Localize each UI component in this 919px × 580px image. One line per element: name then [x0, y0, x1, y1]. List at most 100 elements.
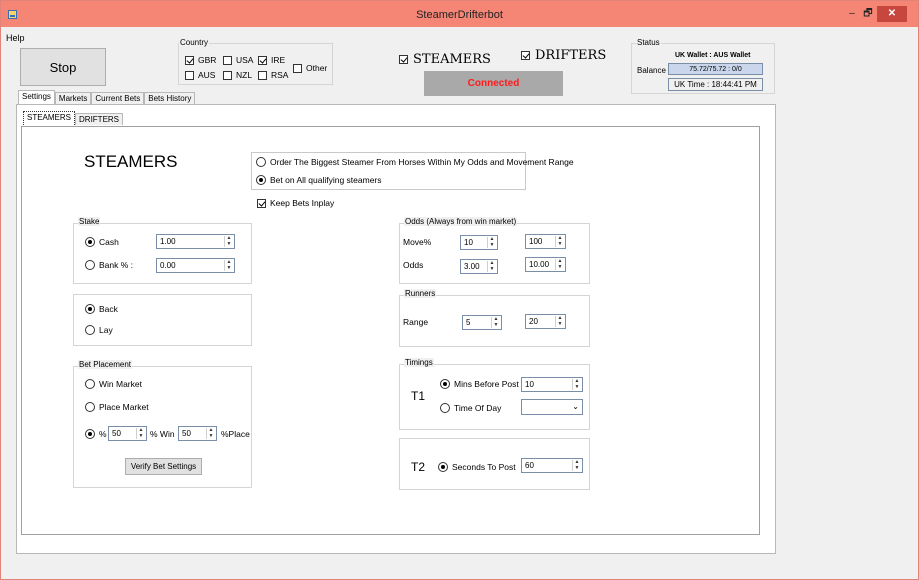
odds-max-stepper[interactable]: 10.00 ▲ ▼ [525, 257, 566, 272]
placement-win-market[interactable]: Win Market [85, 379, 142, 389]
placement-percent[interactable]: % [85, 429, 107, 439]
country-other[interactable]: Other [293, 63, 327, 73]
country-rsa[interactable]: RSA [258, 70, 288, 80]
radio-bank[interactable] [85, 260, 95, 270]
runners-min-stepper[interactable]: 5 ▲ ▼ [462, 315, 502, 330]
time-of-day-select[interactable]: ⌄ [521, 399, 583, 415]
time-of-day-label: Time Of Day [454, 403, 502, 413]
close-button[interactable]: ✕ [877, 6, 907, 22]
tab-markets[interactable]: Markets [54, 92, 92, 104]
tab-bets-history[interactable]: Bets History [144, 92, 196, 104]
place-market-label: Place Market [99, 402, 149, 412]
move-min-stepper[interactable]: 10 ▲ ▼ [460, 235, 498, 250]
radio-biggest-steamer[interactable] [256, 157, 266, 167]
bank-stepper[interactable]: 0.00 ▲ ▼ [156, 258, 235, 273]
country-aus-label: AUS [198, 70, 216, 80]
spin-arrows-icon[interactable]: ▲ ▼ [224, 260, 233, 271]
placement-place-market[interactable]: Place Market [85, 402, 149, 412]
pct-win-stepper[interactable]: 50 ▲ ▼ [108, 426, 147, 441]
verify-bet-settings-button[interactable]: Verify Bet Settings [125, 458, 202, 475]
stop-button[interactable]: Stop [20, 48, 106, 86]
move-max-stepper[interactable]: 100 ▲ ▼ [525, 234, 566, 249]
keep-inplay[interactable]: Keep Bets Inplay [257, 198, 334, 208]
spin-arrows-icon[interactable]: ▲ ▼ [555, 236, 564, 247]
spin-arrows-icon[interactable]: ▲ ▼ [487, 237, 496, 248]
spin-arrows-icon[interactable]: ▲ ▼ [487, 261, 496, 272]
country-usa[interactable]: USA [223, 55, 253, 65]
country-gbr[interactable]: GBR [185, 55, 216, 65]
time-of-day[interactable]: Time Of Day [440, 403, 501, 413]
checkbox-nzl[interactable] [223, 70, 232, 80]
checkbox-ire[interactable] [258, 55, 267, 65]
checkbox-rsa[interactable] [258, 70, 267, 80]
maximize-button[interactable]: 🗗 [862, 7, 874, 21]
runners-max-stepper[interactable]: 20 ▲ ▼ [525, 314, 566, 329]
menu-help[interactable]: Help [6, 33, 25, 43]
country-nzl[interactable]: NZL [223, 70, 252, 80]
radio-place-market[interactable] [85, 402, 95, 412]
checkbox-usa[interactable] [223, 55, 232, 65]
radio-seconds-to-post[interactable] [438, 462, 448, 472]
title-bar: SteamerDrifterbot – 🗗 ✕ [1, 1, 918, 27]
checkbox-gbr[interactable] [185, 55, 194, 65]
win-market-label: Win Market [99, 379, 142, 389]
radio-lay[interactable] [85, 325, 95, 335]
minimize-button[interactable]: – [846, 7, 858, 21]
country-aus[interactable]: AUS [185, 70, 215, 80]
checkbox-drifters[interactable] [521, 51, 530, 60]
tab-settings[interactable]: Settings [18, 90, 55, 104]
connection-status: Connected [424, 71, 563, 96]
spin-arrows-icon[interactable]: ▲ ▼ [572, 379, 581, 390]
checkbox-aus[interactable] [185, 70, 194, 80]
country-ire[interactable]: IRE [258, 55, 285, 65]
subtab-steamers[interactable]: STEAMERS [23, 111, 76, 125]
radio-win-market[interactable] [85, 379, 95, 389]
bet-placement-caption: Bet Placement [78, 360, 133, 369]
spin-arrows-icon[interactable]: ▲ ▼ [136, 428, 145, 439]
option-all-steamers[interactable]: Bet on All qualifying steamers [256, 175, 382, 185]
pct-place-label: %Place [221, 429, 250, 439]
lay-label: Lay [99, 325, 113, 335]
radio-percent[interactable] [85, 429, 95, 439]
stake-cash[interactable]: Cash [85, 237, 119, 247]
steamers-toggle[interactable]: STEAMERS [399, 52, 491, 67]
move-min-value: 10 [464, 238, 473, 247]
spin-arrows-icon[interactable]: ▲ ▼ [555, 259, 564, 270]
tab-current-bets[interactable]: Current Bets [91, 92, 145, 104]
seconds-to-post[interactable]: Seconds To Post [438, 462, 516, 472]
side-back[interactable]: Back [85, 304, 118, 314]
spin-arrows-icon[interactable]: ▲ ▼ [206, 428, 215, 439]
radio-all-steamers[interactable] [256, 175, 266, 185]
checkbox-other[interactable] [293, 63, 302, 73]
checkbox-keep-inplay[interactable] [257, 198, 266, 208]
subtab-drifters[interactable]: DRIFTERS [75, 113, 124, 125]
chevron-down-icon[interactable]: ⌄ [572, 402, 579, 411]
stake-bank[interactable]: Bank % : [85, 260, 133, 270]
pct-place-stepper[interactable]: 50 ▲ ▼ [178, 426, 217, 441]
odds-min-stepper[interactable]: 3.00 ▲ ▼ [460, 259, 498, 274]
mins-value: 10 [525, 380, 534, 389]
drifters-label: DRIFTERS [535, 48, 607, 63]
mins-stepper[interactable]: 10 ▲ ▼ [521, 377, 583, 392]
spin-arrows-icon[interactable]: ▲ ▼ [491, 317, 500, 328]
side-lay[interactable]: Lay [85, 325, 113, 335]
sub-tabs: STEAMERS DRIFTERS [23, 111, 124, 125]
mins-before-post[interactable]: Mins Before Post [440, 379, 519, 389]
drifters-toggle[interactable]: DRIFTERS [521, 48, 606, 63]
cash-stepper[interactable]: 1.00 ▲ ▼ [156, 234, 235, 249]
seconds-stepper[interactable]: 60 ▲ ▼ [521, 458, 583, 473]
radio-time-of-day[interactable] [440, 403, 450, 413]
mins-before-post-label: Mins Before Post [454, 379, 519, 389]
runners-caption: Runners [404, 289, 437, 298]
option-biggest-steamer[interactable]: Order The Biggest Steamer From Horses Wi… [256, 157, 574, 167]
radio-mins-before-post[interactable] [440, 379, 450, 389]
spin-arrows-icon[interactable]: ▲ ▼ [224, 236, 233, 247]
radio-back[interactable] [85, 304, 95, 314]
radio-cash[interactable] [85, 237, 95, 247]
wallet-label: UK Wallet : AUS Wallet [675, 52, 751, 59]
spin-arrows-icon[interactable]: ▲ ▼ [572, 460, 581, 471]
checkbox-steamers[interactable] [399, 55, 408, 64]
runners-min-value: 5 [466, 318, 471, 327]
t2-label: T2 [411, 460, 426, 474]
spin-arrows-icon[interactable]: ▲ ▼ [555, 316, 564, 327]
